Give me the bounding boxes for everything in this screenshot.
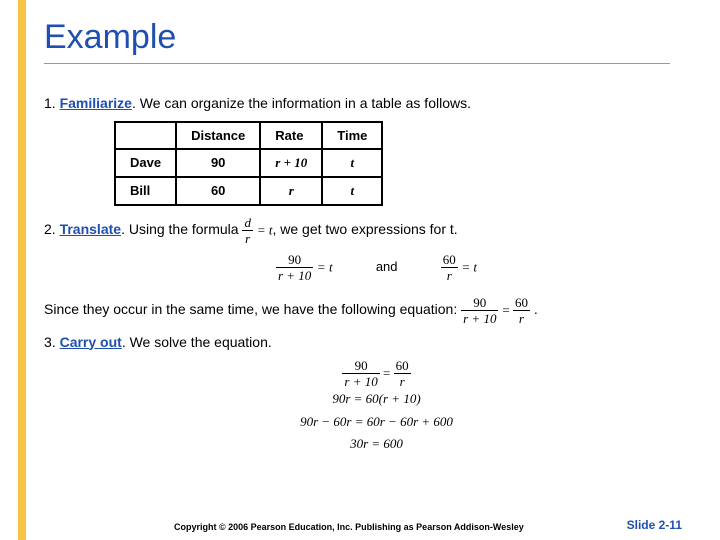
frac-den: r [242,231,253,245]
expr2-rhs: = t [461,259,477,274]
frac-num: 60 [513,296,530,311]
formula-rhs: = t [257,222,273,237]
eq-step-text: 90r = 60(r + 10) [332,391,420,406]
table-header-blank [115,122,176,150]
expr1-frac: 90 r + 10 [276,253,313,282]
row-rate: r + 10 [260,149,322,177]
period: . [534,301,538,317]
frac-den: r + 10 [461,311,498,325]
frac-den: r [513,311,530,325]
table-row: Bill 60 r t [115,177,382,205]
page-title: Example [44,18,709,57]
row-rate: r [260,177,322,205]
expr1-rhs: = t [317,259,333,274]
row-name: Dave [115,149,176,177]
equation-stack: 90 r + 10 = 60 r 90r = 60(r + 10) 90r − … [44,359,709,454]
table-header-rate: Rate [260,122,322,150]
and-label: and [376,258,398,273]
frac-num: 90 [276,253,313,268]
frac-num: 90 [342,359,379,374]
frac-den: r + 10 [342,374,379,388]
row-name: Bill [115,177,176,205]
step3-text: . We solve the equation. [122,334,272,350]
frac-num: 90 [461,296,498,311]
eq-step: 90r = 60(r + 10) [44,388,709,410]
eq-step-text: 90r − 60r = 60r − 60r + 600 [300,414,453,429]
row-time: t [322,177,382,205]
step1-prefix: 1. [44,95,60,111]
time-expr: t [350,155,354,170]
frac-den: r [441,268,458,282]
step3-prefix: 3. [44,334,60,350]
eq-main-right: 60 r [513,296,530,325]
rate-expr: r + 10 [275,155,307,170]
step2-line: 2. Translate. Using the formula d r = t,… [44,216,709,245]
step1-line: 1. Familiarize. We can organize the info… [44,94,709,113]
expressions-row: 90 r + 10 = t and 60 r = t [44,253,709,282]
frac-num: d [242,216,253,231]
slide-number: Slide 2-11 [627,518,682,532]
eq-step0-left: 90 r + 10 [342,359,379,388]
eq-equals: = [502,302,513,317]
eq-main-left: 90 r + 10 [461,296,498,325]
rhs-text: = t [257,222,273,237]
title-rule [44,63,670,64]
eq-step: 30r = 600 [44,433,709,455]
frac-num: 60 [394,359,411,374]
line3-text: Since they occur in the same time, we ha… [44,301,461,317]
table-header-distance: Distance [176,122,260,150]
step1-label: Familiarize [60,95,132,111]
eq-step-text: 30r = 600 [350,436,403,451]
eq-step0-wrap: 90 r + 10 = 60 r [44,359,709,388]
table-row: Dave 90 r + 10 t [115,149,382,177]
frac-den: r [394,374,411,388]
step3-label: Carry out [60,334,122,350]
row-distance: 90 [176,149,260,177]
expr2-frac: 60 r [441,253,458,282]
copyright: Copyright © 2006 Pearson Education, Inc.… [174,522,524,532]
step2-prefix: 2. [44,221,60,237]
table-header-row: Distance Rate Time [115,122,382,150]
accent-bar [18,0,26,540]
eq-step0-right: 60 r [394,359,411,388]
time-expr: t [350,183,354,198]
eq-step: 90r − 60r = 60r − 60r + 600 [44,411,709,433]
formula-d-over-r: d r [242,216,253,245]
rate-expr: r [289,183,294,198]
body: 1. Familiarize. We can organize the info… [44,94,709,455]
frac-den: r + 10 [276,268,313,282]
row-time: t [322,149,382,177]
step2-label: Translate [60,221,121,237]
row-distance: 60 [176,177,260,205]
data-table: Distance Rate Time Dave 90 r + 10 t Bill… [114,121,383,206]
step1-text: . We can organize the information in a t… [132,95,471,111]
step3-line: 3. Carry out. We solve the equation. [44,333,709,352]
frac-num: 60 [441,253,458,268]
equation-intro: Since they occur in the same time, we ha… [44,296,709,325]
step2-text-a: . Using the formula [121,221,242,237]
eq-step0-eq: = [383,366,394,381]
step2-text-b: , we get two expressions for t. [272,221,457,237]
table-header-time: Time [322,122,382,150]
slide-content: Example 1. Familiarize. We can organize … [44,0,709,540]
